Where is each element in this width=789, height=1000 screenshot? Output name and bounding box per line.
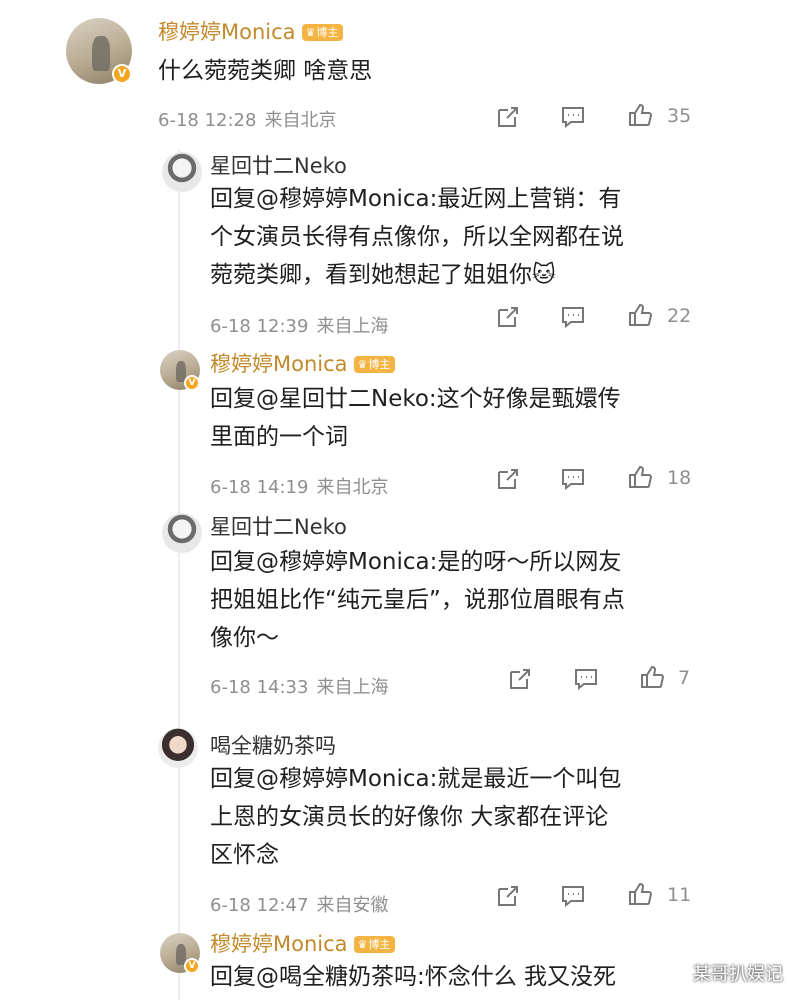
verified-badge-icon: V	[112, 64, 132, 84]
share-icon[interactable]	[495, 304, 521, 330]
avatar[interactable]	[162, 513, 202, 553]
comment-meta: 6-18 14:33 来自上海	[210, 673, 388, 699]
comment-icon[interactable]	[573, 666, 599, 692]
comment-location: 来自北京	[316, 477, 389, 498]
avatar[interactable]	[162, 152, 202, 192]
comment-meta: 6-18 12:28 来自北京	[158, 106, 336, 132]
verified-badge-icon: V	[184, 958, 200, 974]
comment-text: 回复@喝全糖奶茶吗:怀念什么 我又没死	[210, 964, 617, 990]
like-count: 7	[678, 667, 691, 689]
like-icon[interactable]	[627, 102, 653, 128]
comment-location: 来自安徽	[316, 895, 389, 916]
like-count: 35	[667, 105, 692, 127]
username[interactable]: 星回廿二Neko	[210, 511, 347, 541]
comment-date: 6-18 14:33	[210, 677, 309, 698]
comment-text: 回复@穆婷婷Monica:是的呀～所以网友 把姐姐比作“纯元皇后”，说那位眉眼有点…	[210, 549, 625, 651]
comment-meta: 6-18 14:19 来自北京	[210, 473, 388, 499]
like-icon[interactable]	[627, 881, 653, 907]
avatar[interactable]	[158, 728, 198, 768]
comment-text: 回复@星回廿二Neko:这个好像是甄嬛传 里面的一个词	[210, 386, 621, 450]
like-count: 22	[667, 305, 692, 327]
watermark: 某哥扒娱记	[693, 964, 783, 985]
share-icon[interactable]	[495, 104, 521, 130]
username[interactable]: 喝全糖奶茶吗	[210, 730, 336, 760]
share-icon[interactable]	[507, 666, 533, 692]
comment-location: 来自北京	[264, 110, 337, 131]
username[interactable]: 穆婷婷Monica ♛博主	[210, 928, 396, 958]
comment-location: 来自上海	[316, 316, 389, 337]
share-icon[interactable]	[495, 883, 521, 909]
comment-text: 回复@穆婷婷Monica:最近网上营销：有 个女演员长得有点像你，所以全网都在说菀…	[210, 186, 624, 288]
comment-meta: 6-18 12:47 来自安徽	[210, 891, 388, 917]
username[interactable]: 穆婷婷Monica ♛博主	[210, 348, 396, 378]
like-count: 18	[667, 467, 692, 489]
share-icon[interactable]	[495, 466, 521, 492]
username[interactable]: 星回廿二Neko	[210, 150, 347, 180]
comment-location: 来自上海	[316, 677, 389, 698]
comment-icon[interactable]	[560, 883, 586, 909]
username[interactable]: 穆婷婷Monica ♛博主	[158, 16, 344, 46]
comment-meta: 6-18 12:39 来自上海	[210, 312, 388, 338]
comment-icon[interactable]	[560, 304, 586, 330]
like-count: 11	[667, 884, 692, 906]
blogger-badge: ♛博主	[353, 936, 396, 953]
thread-line	[178, 150, 180, 1000]
like-icon[interactable]	[627, 302, 653, 328]
comment-date: 6-18 14:19	[210, 477, 309, 498]
comment-date: 6-18 12:47	[210, 895, 309, 916]
blogger-badge: ♛博主	[301, 24, 344, 41]
like-icon[interactable]	[639, 664, 665, 690]
like-icon[interactable]	[627, 464, 653, 490]
comment-date: 6-18 12:39	[210, 316, 309, 337]
blogger-badge: ♛博主	[353, 356, 396, 373]
comment-icon[interactable]	[560, 104, 586, 130]
comment-icon[interactable]	[560, 466, 586, 492]
comment-text: 回复@穆婷婷Monica:就是最近一个叫包 上恩的女演员长的好像你 大家都在评论区…	[210, 766, 622, 868]
comment-text: 什么菀菀类卿 啥意思	[158, 58, 373, 84]
verified-badge-icon: V	[184, 375, 200, 391]
comment-date: 6-18 12:28	[158, 110, 257, 131]
